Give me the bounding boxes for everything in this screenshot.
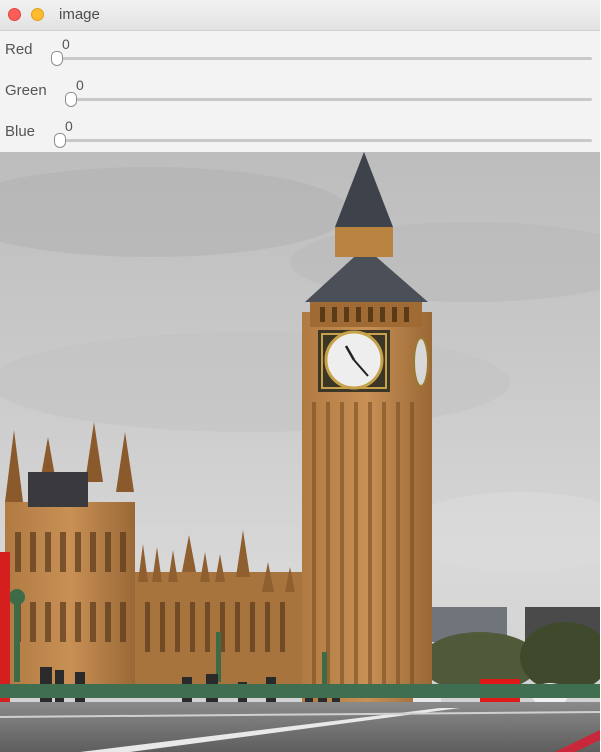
- trackbar-thumb-green[interactable]: [65, 92, 77, 107]
- trackbar-blue: Blue 0: [0, 113, 600, 154]
- trackbar-track-blue[interactable]: [55, 139, 592, 142]
- trackbar-track-green[interactable]: [66, 98, 592, 101]
- trackbar-value-blue: 0: [65, 118, 73, 134]
- trackbar-value-green: 0: [76, 77, 84, 93]
- big-ben-photo: [0, 152, 600, 752]
- minimize-button[interactable]: [31, 8, 44, 21]
- title-bar[interactable]: image: [0, 0, 600, 31]
- window-title: image: [59, 6, 100, 23]
- trackbar-thumb-red[interactable]: [51, 51, 63, 66]
- trackbar-label-green: Green: [5, 82, 47, 99]
- app-window: image Red 0 Green 0 Blue 0: [0, 0, 600, 752]
- trackbar-value-red: 0: [62, 36, 70, 52]
- trackbar-green: Green 0: [0, 72, 600, 113]
- trackbar-red: Red 0: [0, 31, 600, 72]
- trackbar-label-red: Red: [5, 41, 33, 58]
- trackbar-thumb-blue[interactable]: [54, 133, 66, 148]
- trackbar-panel: Red 0 Green 0 Blue 0: [0, 31, 600, 152]
- close-button[interactable]: [8, 8, 21, 21]
- trackbar-track-red[interactable]: [52, 57, 592, 60]
- trackbar-label-blue: Blue: [5, 123, 36, 140]
- displayed-image: [0, 152, 600, 752]
